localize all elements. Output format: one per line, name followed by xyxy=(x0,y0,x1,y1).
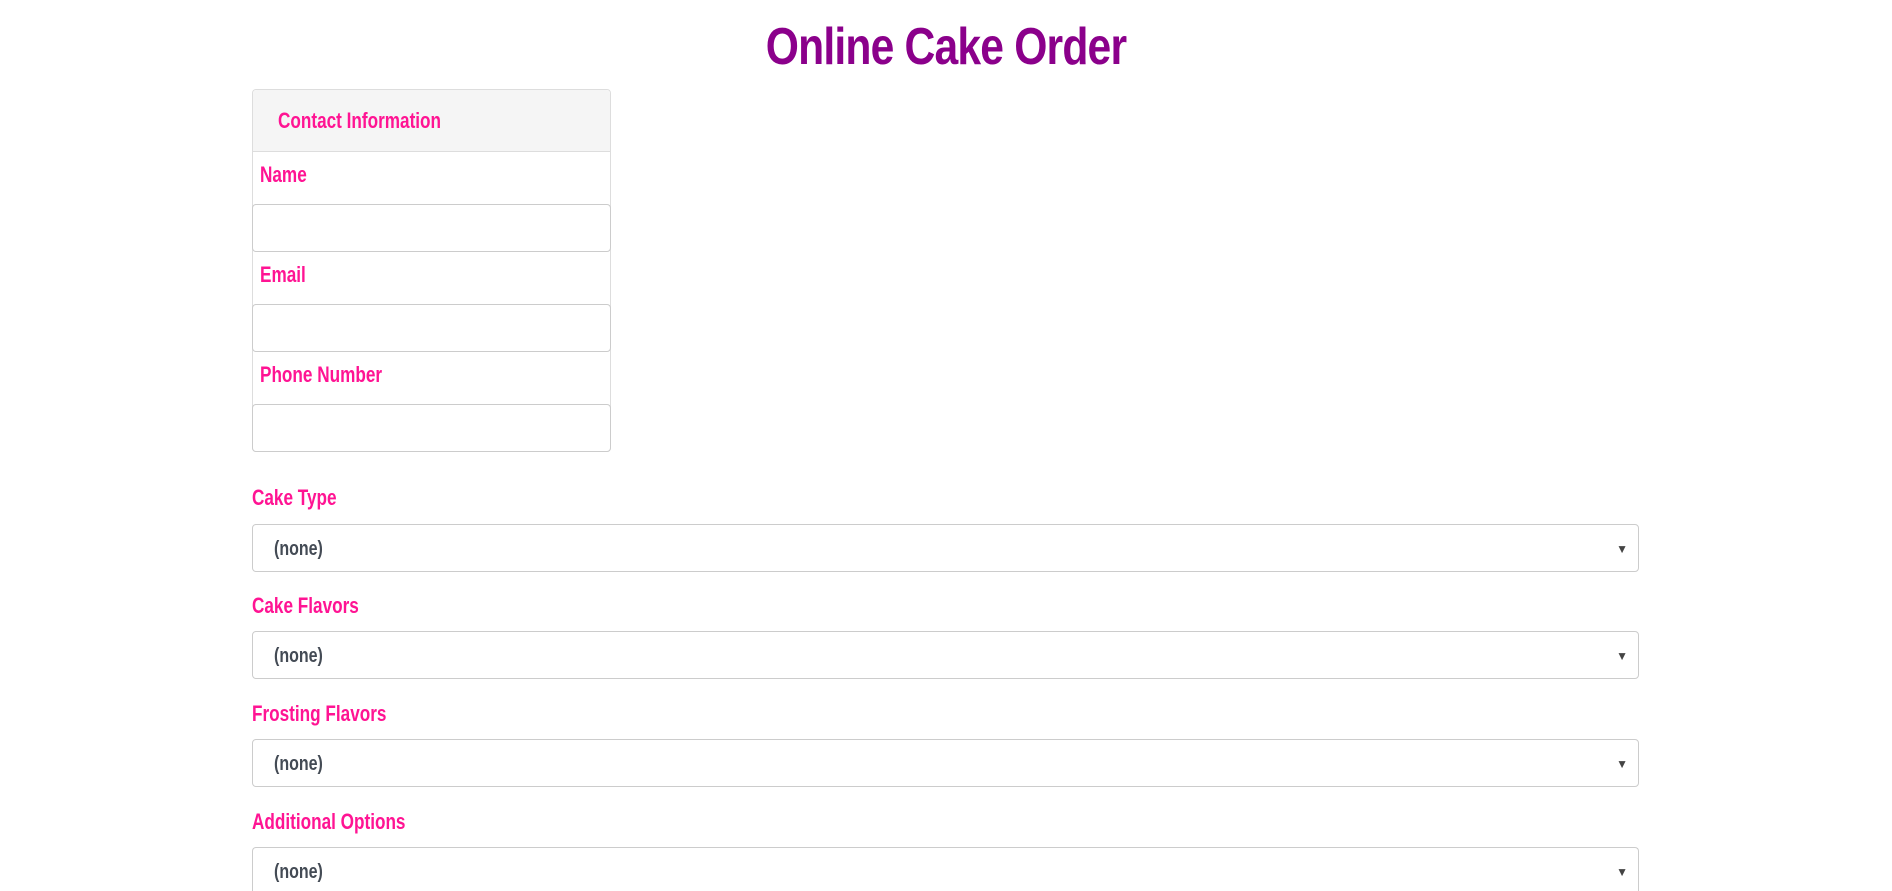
cake-type-label: Cake Type xyxy=(252,485,337,510)
name-label: Name xyxy=(260,162,307,187)
phone-number-input[interactable] xyxy=(252,404,611,452)
cake-flavors-label: Cake Flavors xyxy=(252,593,359,618)
additional-options-selected-value: (none) xyxy=(274,861,323,883)
caret-down-icon: ▼ xyxy=(1616,649,1628,663)
contact-panel-heading: Contact Information xyxy=(253,90,610,152)
caret-down-icon: ▼ xyxy=(1616,542,1628,556)
caret-down-icon: ▼ xyxy=(1616,757,1628,771)
cake-type-select[interactable]: (none) ▼ xyxy=(252,524,1639,572)
name-input[interactable] xyxy=(252,204,611,252)
phone-number-label: Phone Number xyxy=(260,362,383,387)
cake-flavors-selected-value: (none) xyxy=(274,645,323,667)
email-input[interactable] xyxy=(252,304,611,352)
additional-options-select[interactable]: (none) ▼ xyxy=(252,847,1639,891)
cake-flavors-select[interactable]: (none) ▼ xyxy=(252,631,1639,679)
frosting-flavors-selected-value: (none) xyxy=(274,753,323,775)
frosting-flavors-label: Frosting Flavors xyxy=(252,701,387,726)
additional-options-label: Additional Options xyxy=(252,809,406,834)
caret-down-icon: ▼ xyxy=(1616,865,1628,879)
contact-information-panel: Contact Information Name Email Phone Num… xyxy=(252,89,611,452)
email-label: Email xyxy=(260,262,306,287)
page-title: Online Cake Order xyxy=(765,18,1127,76)
contact-panel-title: Contact Information xyxy=(278,108,442,133)
frosting-flavors-select[interactable]: (none) ▼ xyxy=(252,739,1639,787)
cake-type-selected-value: (none) xyxy=(274,538,323,560)
